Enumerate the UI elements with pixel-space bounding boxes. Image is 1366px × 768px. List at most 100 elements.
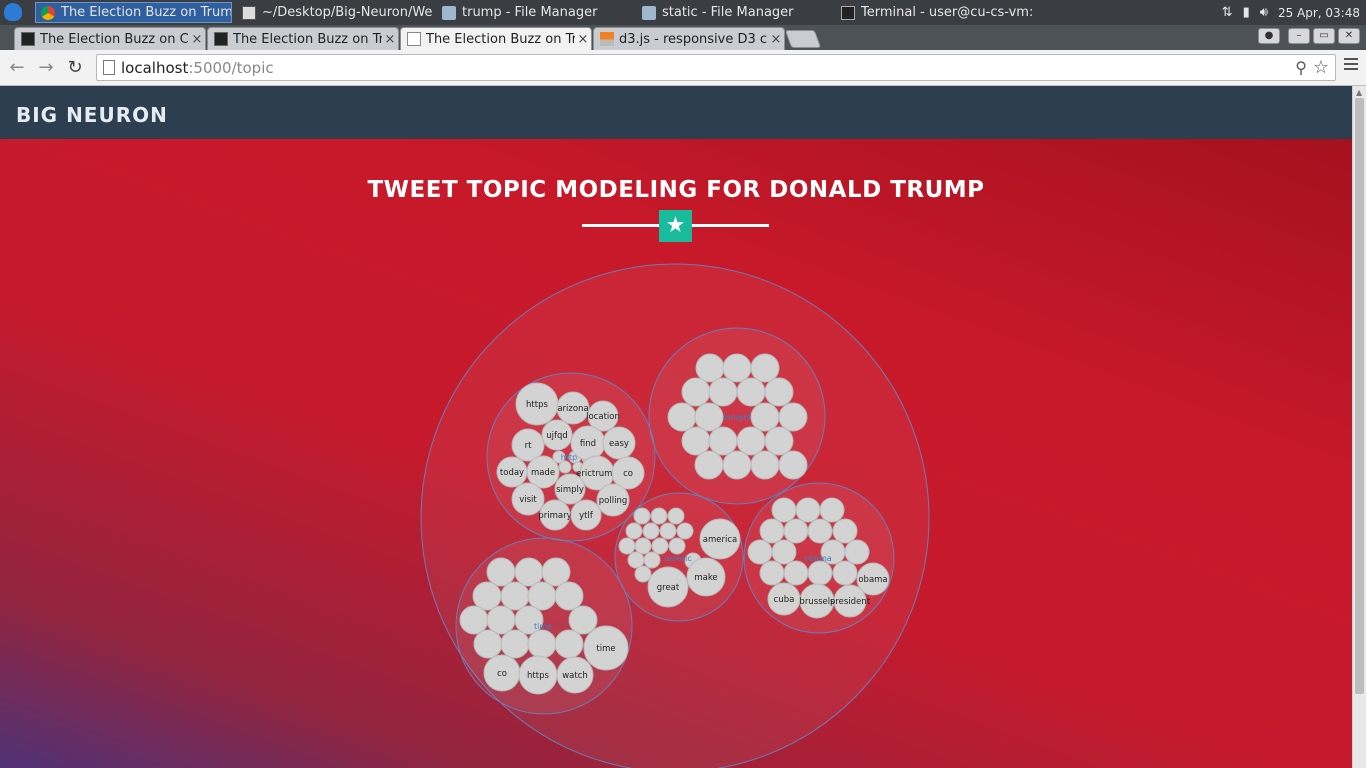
word-bubble[interactable] [844,539,870,565]
word-bubble[interactable] [527,581,557,611]
minimize-button[interactable]: – [1288,28,1310,44]
word-bubble[interactable] [819,497,845,523]
address-bar[interactable]: localhost:5000/topic ⚲ ☆ [96,54,1336,81]
word-bubble[interactable] [627,551,645,569]
browser-tab-active[interactable]: The Election Buzz on Tru × [400,27,592,50]
word-bubble[interactable] [807,518,833,544]
word-bubble[interactable] [554,581,584,611]
word-bubble[interactable] [722,353,752,383]
app-menu-icon[interactable] [4,3,22,21]
word-bubble[interactable] [558,460,572,474]
taskbar-item-browser[interactable]: The Election Buzz on Trum... [35,2,232,23]
word-bubble[interactable] [459,605,489,635]
zoom-icon[interactable]: ⚲ [1295,58,1307,77]
word-bubble[interactable] [473,629,503,659]
scrollbar-thumb[interactable] [1355,98,1364,694]
word-bubble[interactable] [541,557,571,587]
word-bubble[interactable] [634,565,652,583]
word-bubble[interactable] [771,497,797,523]
word-bubble[interactable] [832,560,858,586]
bookmark-star-icon[interactable]: ☆ [1313,57,1329,78]
word-bubble[interactable] [667,507,685,525]
browser-menu-icon[interactable] [1344,58,1358,72]
profile-button[interactable]: ● [1258,28,1280,44]
word-bubble[interactable] [795,497,821,523]
word-bubble[interactable] [514,557,544,587]
word-bubble[interactable] [736,377,766,407]
word-bubble[interactable] [708,377,738,407]
url-text[interactable]: localhost:5000/topic [121,59,274,77]
back-button[interactable]: ← [6,57,28,79]
page-scrollbar[interactable]: ▲ [1352,86,1366,768]
word-bubble[interactable] [486,557,516,587]
taskbar-item-editor[interactable]: ~/Desktop/Big-Neuron/We... [237,2,433,23]
battery-icon[interactable]: ▮ [1243,5,1250,20]
word-bubble[interactable] [681,377,711,407]
word-bubble[interactable] [722,450,752,480]
close-tab-icon[interactable]: × [189,32,205,47]
word-bubble[interactable] [642,522,660,540]
word-bubble[interactable] [736,426,766,456]
word-bubble[interactable] [747,539,773,565]
word-bubble[interactable] [633,507,651,525]
word-bubble[interactable] [668,537,686,555]
word-bubble[interactable] [694,402,724,432]
new-tab-button[interactable] [784,30,822,48]
volume-icon[interactable]: 🔊︎ [1260,5,1268,20]
word-bubble[interactable] [500,581,530,611]
star-divider: ★ [582,210,769,242]
word-bubble[interactable] [750,353,780,383]
word-bubble[interactable] [500,629,530,659]
word-bubble[interactable] [783,560,809,586]
word-bubble[interactable] [759,518,785,544]
word-bubble[interactable] [832,518,858,544]
network-icon[interactable]: ⇅ [1222,5,1233,20]
close-window-button[interactable]: ✕ [1338,28,1360,44]
word-bubble[interactable] [618,537,636,555]
forward-button[interactable]: → [35,57,57,79]
word-bubble[interactable] [554,629,584,659]
word-bubble[interactable] [764,426,794,456]
word-bubble[interactable] [650,507,668,525]
close-tab-icon[interactable]: × [382,32,398,47]
word-bubble[interactable] [659,522,677,540]
word-bubble[interactable] [778,402,808,432]
word-bubble[interactable] [764,377,794,407]
word-bubble[interactable] [694,450,724,480]
word-bubble[interactable] [783,518,809,544]
word-bubble[interactable] [651,537,669,555]
word-bubble[interactable] [807,560,833,586]
browser-tab[interactable]: The Election Buzz on Cli × [14,27,206,50]
close-tab-icon[interactable]: × [575,32,591,47]
browser-tab[interactable]: d3.js - responsive D3 cha × [593,27,785,50]
maximize-button[interactable]: ▭ [1313,28,1335,44]
brand-logo[interactable]: BIG NEURON [16,103,168,127]
clock[interactable]: 25 Apr, 03:48 [1278,6,1360,20]
word-bubble[interactable] [643,551,661,569]
word-bubble-label: ytlf [579,511,594,521]
word-bubble[interactable] [778,450,808,480]
page-title: TWEET TOPIC MODELING FOR DONALD TRUMP [367,177,985,203]
word-bubble[interactable] [676,522,694,540]
word-bubble[interactable] [527,629,557,659]
taskbar-item-terminal[interactable]: Terminal - user@cu-cs-vm: ... [836,2,1036,23]
word-bubble[interactable] [750,402,780,432]
word-bubble[interactable] [759,560,785,586]
word-bubble[interactable] [634,537,652,555]
browser-tab[interactable]: The Election Buzz on Tru × [207,27,399,50]
word-bubble-label: polling [599,496,627,506]
word-bubble[interactable] [667,402,697,432]
word-bubble[interactable] [708,426,738,456]
word-bubble[interactable] [771,539,797,565]
word-bubble[interactable] [625,522,643,540]
taskbar-item-file-manager-trump[interactable]: trump - File Manager [437,2,627,23]
word-bubble[interactable] [681,426,711,456]
word-bubble[interactable] [486,605,516,635]
word-bubble[interactable] [472,581,502,611]
word-bubble[interactable] [695,353,725,383]
word-bubble[interactable] [750,450,780,480]
reload-button[interactable]: ↻ [64,57,86,79]
close-tab-icon[interactable]: × [768,32,784,47]
scroll-up-icon[interactable]: ▲ [1356,88,1362,97]
taskbar-item-file-manager-static[interactable]: static - File Manager [637,2,827,23]
